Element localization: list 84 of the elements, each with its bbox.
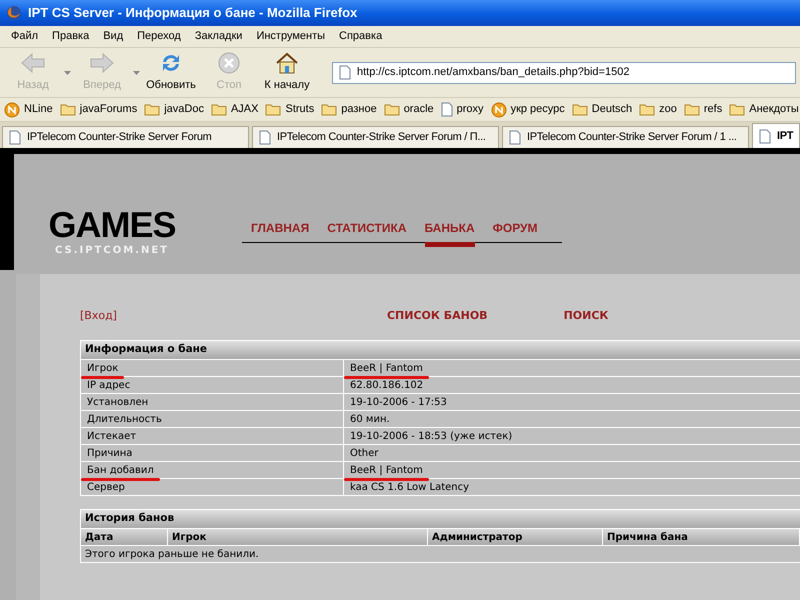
table-cell-text: kaa CS 1.6 Low Latency [350,480,470,494]
folder-icon [684,103,700,116]
bookmark-item[interactable]: zoo [659,101,677,118]
browser-tab[interactable]: IPT [752,123,800,148]
table-cell-text: Причина [87,446,132,460]
column-header: Администратор [428,529,603,545]
table-cell-text: Установлен [87,396,148,410]
folder-icon [572,103,588,116]
table-cell-text: 60 мин. [350,412,390,426]
bookmark-item[interactable]: Deutsch [592,101,632,118]
menu-item[interactable]: Закладки [188,28,250,45]
bookmark-item[interactable]: javaForums [80,101,138,118]
table-cell-text: IP адрес [87,378,130,392]
page-icon [9,130,21,145]
bookmark-item[interactable]: AJAX [230,101,258,118]
bookmark-item[interactable]: oracle [404,101,434,118]
table-cell-text: 19-10-2006 - 18:53 (уже истек) [350,430,512,444]
table-title: История банов [81,510,800,528]
page-icon [339,65,351,80]
sub-nav-link[interactable]: ПОИСК [564,308,608,324]
table-cell: BeeR | Fantom [350,462,423,478]
folder-icon [265,103,282,116]
logo-subtitle: CS.IPTCOM.NET [54,244,169,258]
folder-icon [729,103,746,116]
stop-icon [217,51,241,76]
table-cell-text: Истекает [87,430,136,444]
menu-item[interactable]: Вид [96,28,130,45]
bookmark-item[interactable]: NLine [24,101,53,118]
back-arrow-icon [20,51,46,76]
folder-icon [60,103,76,116]
nav-link[interactable]: ГЛАВНАЯ [251,219,310,237]
browser-tab[interactable]: IPTelecom Counter-Strike Server Forum / 1 ... [502,126,749,148]
menu-item[interactable]: Правка [45,28,96,45]
bookmark-item[interactable]: javaDoc [164,101,204,118]
column-header: Игрок [168,529,428,545]
bookmark-item[interactable]: proxy [456,101,484,118]
browser-tab[interactable]: IPTelecom Counter-Strike Server Forum / П... [252,126,499,148]
table-cell: Бан добавил [87,462,154,478]
page-icon [259,130,271,145]
table-cell-text: 62.80.186.102 [350,378,424,392]
folder-icon [210,103,227,116]
address-text: http://cs.iptcom.net/amxbans/ban_details.php?bid=1502 [357,65,630,80]
column-header: Дата [81,529,168,545]
live-bookmark-icon [4,102,20,118]
page-icon [440,102,453,117]
logo-text: GAMES [48,207,176,243]
live-bookmark-icon [490,102,507,118]
menu-item[interactable]: Справка [332,28,390,45]
folder-icon [639,103,656,116]
sub-nav-link[interactable]: СПИСОК БАНОВ [386,308,488,324]
menu-item[interactable]: Файл [4,28,46,45]
page-icon [509,130,521,145]
page-icon [759,128,771,144]
bookmark-item[interactable]: Struts [285,101,314,118]
empty-message: Этого игрока раньше не банили. [81,545,800,562]
nav-link[interactable]: БАНЬКА [424,219,475,247]
firefox-logo-icon [6,5,22,21]
menu-item[interactable]: Инструменты [249,28,332,45]
column-header: Причина бана [603,529,800,545]
table-title: Информация о бане [81,341,800,359]
table-cell-text: Длительность [87,412,162,426]
toolbar-button[interactable]: К началу [258,51,316,94]
table-cell-text: Сервер [87,480,125,494]
menu-item[interactable]: Переход [130,28,188,45]
address-field[interactable]: http://cs.iptcom.net/amxbans/ban_details.php?bid=1502 [332,62,796,84]
folder-icon [321,103,338,116]
toolbar-button[interactable]: Обновить [142,51,200,94]
table-cell: Игрок [87,360,118,376]
table-cell: BeeR | Fantom [350,360,423,376]
nav-link[interactable]: ФОРУМ [492,219,538,237]
bookmark-item[interactable]: укр ресурс [510,101,565,118]
table-cell-text: Other [350,446,378,460]
bookmark-item[interactable]: разное [341,101,377,118]
login-link[interactable]: [Вход] [80,308,117,324]
folder-icon [144,103,160,116]
bookmark-item[interactable]: Анекдоты [749,101,799,118]
house-icon [274,51,300,76]
browser-tab[interactable]: IPTelecom Counter-Strike Server Forum [2,126,249,148]
folder-icon [384,103,400,116]
table-cell-text: 19-10-2006 - 17:53 [350,396,447,410]
nav-link[interactable]: СТАТИСТИКА [327,219,406,237]
window-title: IPT CS Server - Информация о бане - Mozilla Firefox [28,4,358,22]
bookmark-item[interactable]: refs [704,101,722,118]
forward-arrow-icon [89,51,115,76]
